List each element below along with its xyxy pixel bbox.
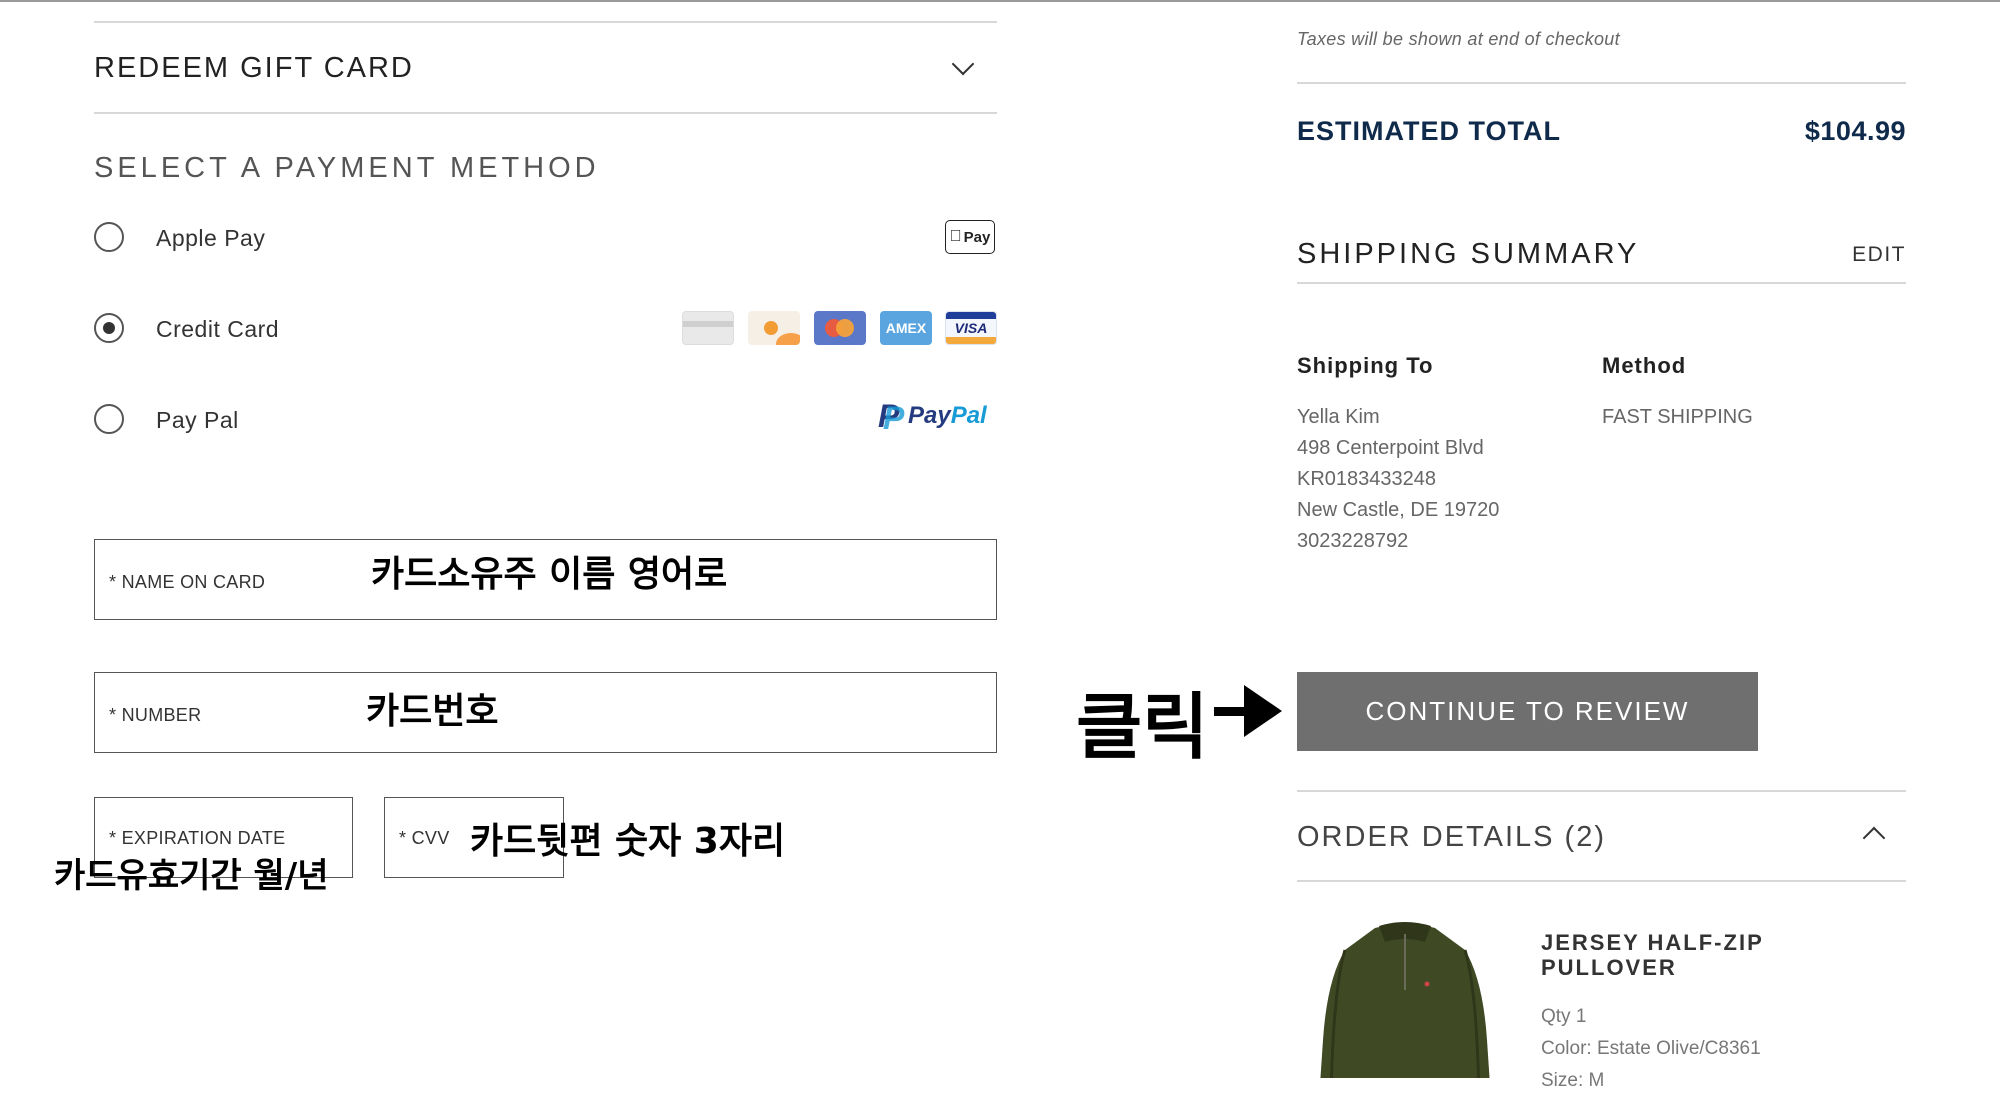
redeem-gift-card-label: REDEEM GIFT CARD [94,52,414,84]
payment-option-label: Credit Card [156,316,280,342]
product-color: Color: Estate Olive/C8361 [1541,1038,1761,1059]
annotation-name: 카드소유주 이름 영어로 [371,554,728,595]
visa-text: VISA [954,320,988,336]
shipping-to-heading: Shipping To [1297,353,1434,378]
payment-option-paypal[interactable]: Pay Pal P P Pay Pal [94,400,997,438]
continue-to-review-button[interactable]: CONTINUE TO REVIEW [1297,672,1758,751]
amex-card-icon: AMEX [880,311,932,345]
paypal-logo-icon: P P Pay Pal [878,398,987,436]
order-details-title: ORDER DETAILS (2) [1297,821,1607,853]
generic-card-icon [682,311,734,345]
product-name: JERSEY HALF-ZIP PULLOVER [1541,930,1764,980]
shipping-summary-title: SHIPPING SUMMARY [1297,238,1640,270]
order-details-toggle[interactable]: ORDER DETAILS (2) [1297,792,1906,880]
product-name-line1: JERSEY HALF-ZIP [1541,930,1764,955]
annotation-expiration: 카드유효기간 월/년 [54,856,329,896]
product-qty: Qty 1 [1541,1006,1587,1027]
divider [1297,282,1906,284]
discover-card-icon [748,311,800,345]
redeem-gift-card-toggle[interactable]: REDEEM GIFT CARD [94,22,997,112]
annotation-click: 클릭 [1076,685,1209,769]
pullover-image-icon [1320,922,1490,1078]
payment-option-apple-pay[interactable]: Apple Pay Pay [94,218,997,256]
chevron-down-icon [951,52,975,76]
expiration-date-label: * EXPIRATION DATE [109,828,286,848]
divider [94,112,997,114]
product-size: Size: M [1541,1070,1605,1091]
visa-card-icon: VISA [945,311,997,345]
radio-apple-pay[interactable] [94,222,124,252]
payment-method-title: SELECT A PAYMENT METHOD [94,152,600,184]
payment-option-label: Apple Pay [156,225,266,251]
radio-paypal[interactable] [94,404,124,434]
address-street: 498 Centerpoint Blvd [1297,437,1484,459]
divider [1297,880,1906,882]
card-number-field[interactable]: * NUMBER [94,672,997,753]
payment-option-credit-card[interactable]: Credit Card AMEX VISA [94,309,997,347]
shipping-address: Yella Kim 498 Centerpoint Blvd KR0183433… [1297,402,1499,557]
name-on-card-label: * NAME ON CARD [109,572,266,592]
top-border [0,0,2000,2]
edit-shipping-link[interactable]: EDIT [1836,243,1906,267]
address-name: Yella Kim [1297,406,1380,428]
divider [1297,82,1906,84]
card-number-label: * NUMBER [109,705,202,725]
chevron-up-icon [1862,826,1886,850]
estimated-total-label: ESTIMATED TOTAL [1297,116,1561,146]
address-city: New Castle, DE 19720 [1297,499,1500,521]
mastercard-icon [814,311,866,345]
address-phone: 3023228792 [1297,530,1409,552]
paypal-word1: Pay [908,402,951,429]
method-heading: Method [1602,353,1687,378]
shipping-method-value: FAST SHIPPING [1602,406,1753,428]
product-name-line2: PULLOVER [1541,955,1677,980]
apple-pay-icon: Pay [945,220,995,254]
cvv-label: * CVV [399,828,450,848]
address-code: KR0183433248 [1297,468,1437,490]
annotation-number: 카드번호 [366,691,499,732]
radio-credit-card[interactable] [94,313,124,343]
apple-pay-badge-text: Pay [957,228,991,246]
annotation-cvv: 카드뒷편 숫자 3자리 [470,821,786,862]
paypal-word2: Pal [950,402,987,429]
payment-option-label: Pay Pal [156,407,239,433]
tax-note: Taxes will be shown at end of checkout [1297,29,1620,49]
product-meta: Qty 1 Color: Estate Olive/C8361 Size: M [1541,1001,1761,1097]
estimated-total-value: $104.99 [1804,116,1906,146]
product-image[interactable] [1315,920,1495,1078]
arrow-right-icon [1214,685,1284,737]
